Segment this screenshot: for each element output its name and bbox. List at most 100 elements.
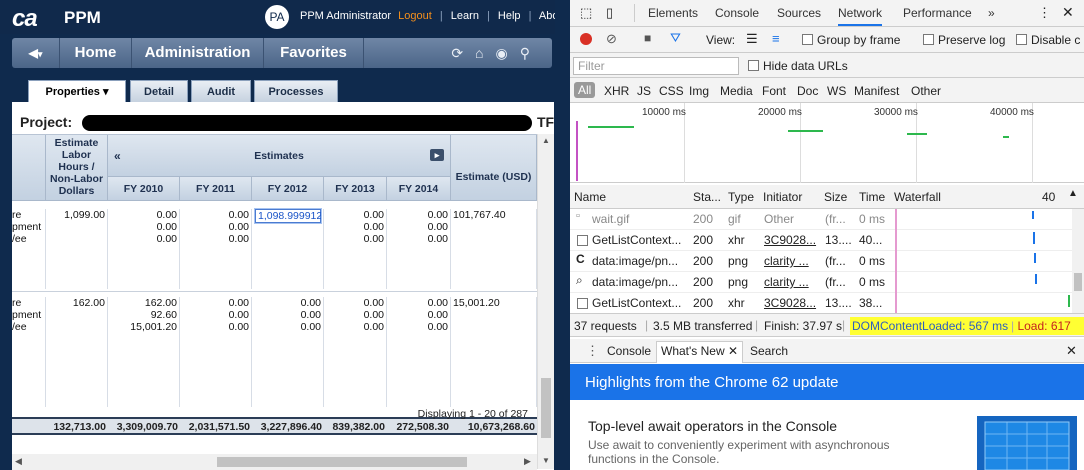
type-all[interactable]: All xyxy=(574,82,596,98)
table-row[interactable]: ▫ wait.gif 200 gif Other (fr... 0 ms xyxy=(570,209,1084,230)
fy-edit-input[interactable]: 1,098.999912 xyxy=(254,208,322,224)
col-status[interactable]: Sta... xyxy=(693,190,721,204)
fy-cell[interactable]: 0.00 0.00 0.00 xyxy=(387,209,451,289)
type-other[interactable]: Other xyxy=(911,84,941,98)
vertical-scrollbar[interactable]: ▲ ▼ xyxy=(537,134,554,469)
type-css[interactable]: CSS xyxy=(659,84,684,98)
tab-network[interactable]: Network xyxy=(838,6,883,26)
col-type[interactable]: Type xyxy=(728,190,754,204)
fy-cell[interactable]: 0.00 0.00 0.00 xyxy=(180,297,252,407)
network-overview-timeline[interactable]: 10000 ms 20000 ms 30000 ms 40000 ms xyxy=(570,103,1084,183)
group-by-frame-checkbox[interactable] xyxy=(802,34,813,45)
type-manifest[interactable]: Manifest xyxy=(854,84,899,98)
col-size[interactable]: Size xyxy=(824,190,847,204)
fy-cell[interactable]: 0.00 0.00 0.00 xyxy=(180,209,252,289)
type-media[interactable]: Media xyxy=(720,84,753,98)
learn-link[interactable]: Learn xyxy=(451,10,479,22)
estimate-cell[interactable]: 101,767.40 xyxy=(451,209,537,289)
requests-scroll-thumb[interactable] xyxy=(1074,273,1082,291)
nav-favorites[interactable]: Favorites xyxy=(264,38,364,68)
drawer-tab-whats-new[interactable]: What's New ✕ xyxy=(656,341,744,363)
nav-back-forward-button[interactable]: ◀▾ xyxy=(12,38,60,68)
about-link[interactable]: About xyxy=(539,10,555,22)
preserve-log-checkbox[interactable] xyxy=(923,34,934,45)
hide-data-urls-option[interactable]: Hide data URLs xyxy=(748,59,848,73)
scroll-right-arrow-icon[interactable]: ▶ xyxy=(524,456,531,467)
whats-new-title[interactable]: Top-level await operators in the Console xyxy=(588,418,837,434)
scroll-up-arrow-icon[interactable]: ▲ xyxy=(1068,188,1078,199)
tab-elements[interactable]: Elements xyxy=(648,6,698,20)
search-icon[interactable]: ⚲ xyxy=(520,45,542,61)
drawer-tab-console[interactable]: Console xyxy=(607,344,651,358)
requests-scrollbar[interactable] xyxy=(1072,209,1084,313)
close-icon[interactable]: ✕ xyxy=(1062,4,1074,21)
fy-cell[interactable]: 0.00 0.00 0.00 xyxy=(387,297,451,407)
nav-administration[interactable]: Administration xyxy=(132,38,264,68)
tab-detail[interactable]: Detail xyxy=(130,80,188,102)
avatar[interactable]: PA xyxy=(265,5,289,29)
fy-cell[interactable]: 0.00 0.00 0.00 xyxy=(324,209,387,289)
labor-cell[interactable]: 162.00 xyxy=(46,297,108,407)
filter-icon[interactable]: ⛛ xyxy=(670,30,681,46)
group-by-frame-option[interactable]: Group by frame xyxy=(802,33,900,47)
fy-cell[interactable]: 0.00 0.00 0.00 xyxy=(108,209,180,289)
fy-cell[interactable]: 0.00 0.00 0.00 xyxy=(324,297,387,407)
logout-link[interactable]: Logout xyxy=(398,10,432,22)
preserve-log-option[interactable]: Preserve log xyxy=(923,33,1005,47)
request-initiator[interactable]: clarity ... xyxy=(764,275,809,289)
type-xhr[interactable]: XHR xyxy=(604,84,629,98)
estimate-cell[interactable]: 15,001.20 xyxy=(451,297,537,407)
tab-sources[interactable]: Sources xyxy=(777,6,821,20)
refresh-icon[interactable]: ⟳ xyxy=(451,45,475,61)
type-img[interactable]: Img xyxy=(689,84,709,98)
type-ws[interactable]: WS xyxy=(827,84,846,98)
scroll-left-arrow-icon[interactable]: ◀ xyxy=(15,456,22,467)
prev-chevron-icon[interactable]: « xyxy=(114,135,121,177)
col-time[interactable]: Time xyxy=(859,190,885,204)
request-initiator[interactable]: 3C9028... xyxy=(764,296,816,310)
type-doc[interactable]: Doc xyxy=(797,84,818,98)
clear-icon[interactable]: ⊘ xyxy=(606,31,617,47)
inspect-element-icon[interactable]: ⬚ xyxy=(580,5,592,21)
labor-cell[interactable]: 1,099.00 xyxy=(46,209,108,289)
more-tabs-icon[interactable]: » xyxy=(988,6,995,20)
hide-data-urls-checkbox[interactable] xyxy=(748,60,759,71)
device-toolbar-icon[interactable]: ▯ xyxy=(606,5,613,21)
request-initiator[interactable]: 3C9028... xyxy=(764,233,816,247)
home-icon[interactable]: ⌂ xyxy=(475,45,495,61)
tab-processes[interactable]: Processes xyxy=(254,80,338,102)
capture-screenshots-icon[interactable]: ■ xyxy=(644,31,651,45)
close-drawer-icon[interactable]: ✕ xyxy=(1066,343,1077,359)
request-initiator[interactable]: clarity ... xyxy=(764,254,809,268)
overview-icon[interactable]: ≡ xyxy=(772,31,780,46)
tab-audit[interactable]: Audit xyxy=(191,80,251,102)
fy-cell-editing[interactable]: 1,098.999912 xyxy=(252,208,324,289)
type-js[interactable]: JS xyxy=(637,84,651,98)
fy-cell[interactable]: 162.00 92.60 15,001.20 xyxy=(108,297,180,407)
table-row[interactable]: GetListContext... 200 xhr 3C9028... 13..… xyxy=(570,293,1084,314)
filter-input[interactable]: Filter xyxy=(573,57,739,75)
col-waterfall[interactable]: Waterfall xyxy=(894,190,941,204)
record-icon[interactable] xyxy=(580,33,592,45)
horizontal-scrollbar[interactable]: ◀ ▶ xyxy=(12,454,537,470)
help-link[interactable]: Help xyxy=(498,10,521,22)
check-icon[interactable]: ◉ xyxy=(496,45,520,61)
col-initiator[interactable]: Initiator xyxy=(763,190,802,204)
nav-home[interactable]: Home xyxy=(60,38,132,68)
fy-cell[interactable]: 0.00 0.00 0.00 xyxy=(252,297,324,407)
kebab-menu-icon[interactable]: ⋮ xyxy=(1038,5,1051,21)
table-row[interactable]: ⌕ data:image/pn... 200 png clarity ... (… xyxy=(570,272,1084,293)
drawer-menu-icon[interactable]: ⋮ xyxy=(586,343,599,359)
type-font[interactable]: Font xyxy=(762,84,786,98)
drawer-tab-search[interactable]: Search xyxy=(750,344,788,358)
tab-console[interactable]: Console xyxy=(715,6,759,20)
horizontal-scroll-thumb[interactable] xyxy=(217,457,467,467)
scroll-up-arrow-icon[interactable]: ▲ xyxy=(542,136,550,145)
disable-cache-checkbox[interactable] xyxy=(1016,34,1027,45)
table-row[interactable]: C data:image/pn... 200 png clarity ... (… xyxy=(570,251,1084,272)
large-rows-icon[interactable]: ☰ xyxy=(746,31,758,47)
close-icon[interactable]: ✕ xyxy=(728,344,738,358)
next-chevron-icon[interactable]: ▸ xyxy=(430,149,444,161)
table-row[interactable]: GetListContext... 200 xhr 3C9028... 13..… xyxy=(570,230,1084,251)
col-name[interactable]: Name xyxy=(574,190,606,204)
